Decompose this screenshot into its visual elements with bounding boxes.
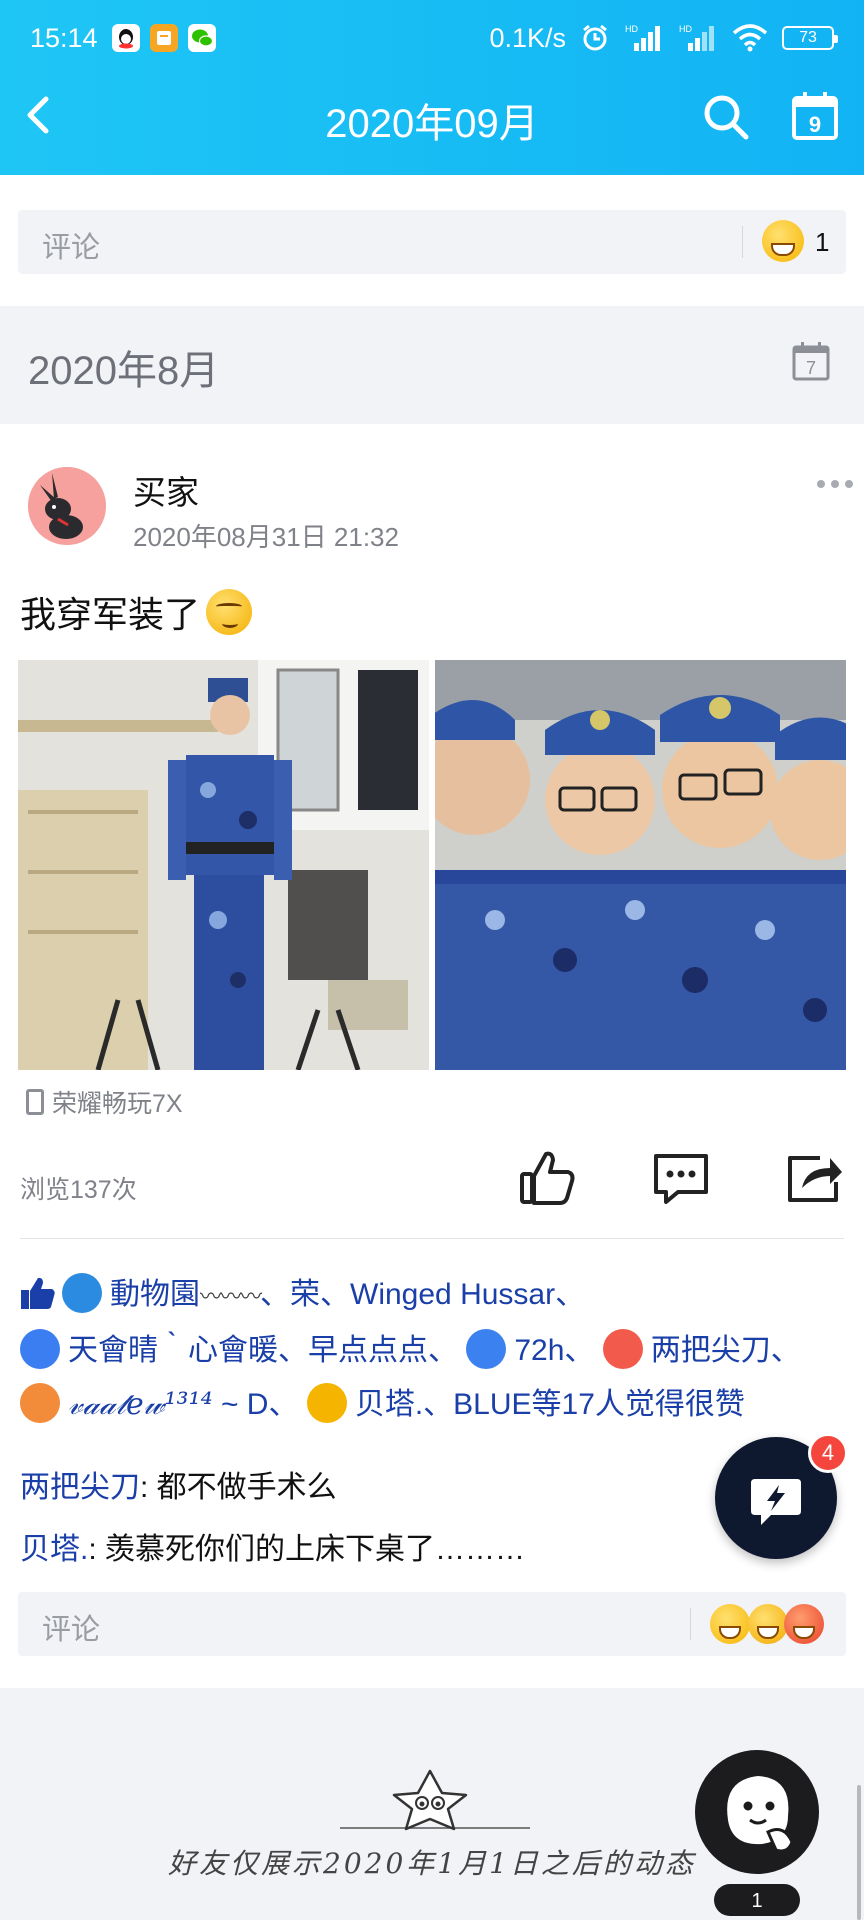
- calendar-day-number: 9: [809, 112, 821, 137]
- laugh-cry-emoji-icon: [748, 1604, 788, 1644]
- animal-doodles: 〰︎〰︎〰︎: [200, 1284, 262, 1309]
- divider: [742, 226, 743, 258]
- star-mascot-icon: [340, 1769, 530, 1831]
- notification-badge: 4: [808, 1433, 848, 1473]
- grin-emoji-icon: [762, 220, 804, 262]
- status-right-group: 0.1K/s HD HD 73: [489, 22, 838, 54]
- qq-notification-icon: [111, 24, 140, 52]
- liker-avatar[interactable]: [20, 1383, 60, 1424]
- signal-icon-2: HD: [679, 24, 714, 51]
- comment-author[interactable]: 两把尖刀: [20, 1471, 140, 1504]
- svg-text:HD: HD: [679, 24, 692, 34]
- calendar-day-number: 7: [806, 358, 816, 378]
- status-bar: 15:14 0.1K/s HD HD 73: [30, 18, 838, 58]
- wechat-notification-icon: [187, 24, 216, 52]
- post-photo[interactable]: [18, 660, 429, 1070]
- comment-separator: :: [140, 1471, 157, 1504]
- alarm-icon: [583, 24, 607, 51]
- liker-avatar[interactable]: [466, 1329, 507, 1370]
- liker-names[interactable]: 動物園: [110, 1278, 200, 1311]
- network-speed: 0.1K/s: [489, 22, 566, 53]
- comment-icon[interactable]: [652, 1148, 710, 1208]
- divider: [20, 1238, 844, 1239]
- comment-placeholder: 评论: [42, 232, 101, 264]
- assistant-mascot[interactable]: 1: [692, 1750, 822, 1920]
- comment-separator: :: [88, 1533, 106, 1566]
- phone-icon: [26, 1089, 44, 1115]
- calendar-icon[interactable]: 9: [790, 90, 840, 142]
- device-info: 荣耀畅玩7X: [26, 1084, 183, 1120]
- liker-names[interactable]: 、荣、Winged Hussar、: [260, 1278, 585, 1311]
- liker-names[interactable]: 天會晴｀心會暖、早点点点、: [68, 1334, 458, 1367]
- post-photo[interactable]: [435, 660, 846, 1070]
- grin-emoji-icon: [710, 1604, 750, 1644]
- liker-avatar[interactable]: [602, 1329, 643, 1370]
- liker-avatar[interactable]: [20, 1329, 60, 1370]
- month-section-header: 2020年8月 7: [0, 306, 864, 424]
- battery-icon: 73: [782, 26, 838, 50]
- nav-bar: 2020年09月 9: [0, 85, 864, 146]
- quick-action-button[interactable]: 4: [715, 1433, 848, 1559]
- wifi-icon: [732, 24, 768, 52]
- top-header: 15:14 0.1K/s HD HD 73 2020年09月 9: [0, 0, 864, 175]
- comment-item[interactable]: 两把尖刀: 都不做手术么: [20, 1462, 337, 1506]
- comment-author[interactable]: 贝塔.: [20, 1533, 88, 1566]
- mascot-badge: 1: [751, 1890, 762, 1912]
- device-name: 荣耀畅玩7X: [52, 1090, 183, 1118]
- like-icon[interactable]: [518, 1148, 576, 1208]
- liker-names[interactable]: 𝓋𝒶𝒶𝓉𝑒𝓌¹³¹⁴: [68, 1387, 213, 1422]
- view-count: 浏览137次: [20, 1176, 137, 1204]
- more-options-icon[interactable]: [815, 474, 855, 494]
- signal-icon: HD: [625, 24, 660, 51]
- liker-avatar[interactable]: [62, 1273, 102, 1314]
- previous-post-card: 评论 1: [0, 175, 864, 306]
- notes-notification-icon: [149, 24, 178, 52]
- comment-bar[interactable]: 评论: [18, 1592, 846, 1656]
- scrollbar[interactable]: [857, 1785, 861, 1920]
- thumb-up-icon: [21, 1277, 55, 1310]
- liker-avatar[interactable]: [306, 1383, 347, 1424]
- liker-names[interactable]: ~ D、: [221, 1388, 299, 1421]
- divider: [690, 1608, 691, 1640]
- comment-text: 都不做手术么: [156, 1471, 337, 1504]
- comment-item[interactable]: 贝塔.: 羡慕死你们的上床下桌了………: [20, 1524, 525, 1568]
- status-time: 15:14: [30, 22, 98, 53]
- search-icon[interactable]: [700, 91, 752, 143]
- avatar[interactable]: [28, 467, 106, 545]
- calendar-icon[interactable]: 7: [792, 341, 830, 381]
- liker-summary[interactable]: 贝塔.、BLUE等17人觉得很赞: [355, 1388, 745, 1421]
- share-icon[interactable]: [786, 1148, 844, 1208]
- svg-text:HD: HD: [625, 24, 638, 34]
- angry-emoji-icon: [784, 1604, 824, 1644]
- smirk-emoji-icon: [206, 589, 253, 635]
- month-label: 2020年8月: [28, 349, 220, 393]
- comment-bar[interactable]: 评论 1: [18, 210, 846, 274]
- liker-names[interactable]: 两把尖刀、: [651, 1334, 801, 1367]
- post-text: 我穿军装了: [20, 586, 253, 638]
- comment-placeholder: 评论: [42, 1614, 101, 1646]
- liker-names[interactable]: 72h、: [514, 1334, 594, 1367]
- post-username[interactable]: 买家: [133, 466, 199, 514]
- likes-list[interactable]: 動物園〰︎〰︎〰︎、荣、Winged Hussar、 天會晴｀心會暖、早点点点、…: [20, 1268, 850, 1432]
- post-text-content: 我穿军装了: [20, 594, 201, 635]
- comment-text: 羡慕死你们的上床下桌了………: [105, 1533, 526, 1566]
- post-timestamp: 2020年08月31日 21:32: [133, 522, 399, 552]
- reaction-count: 1: [815, 227, 830, 257]
